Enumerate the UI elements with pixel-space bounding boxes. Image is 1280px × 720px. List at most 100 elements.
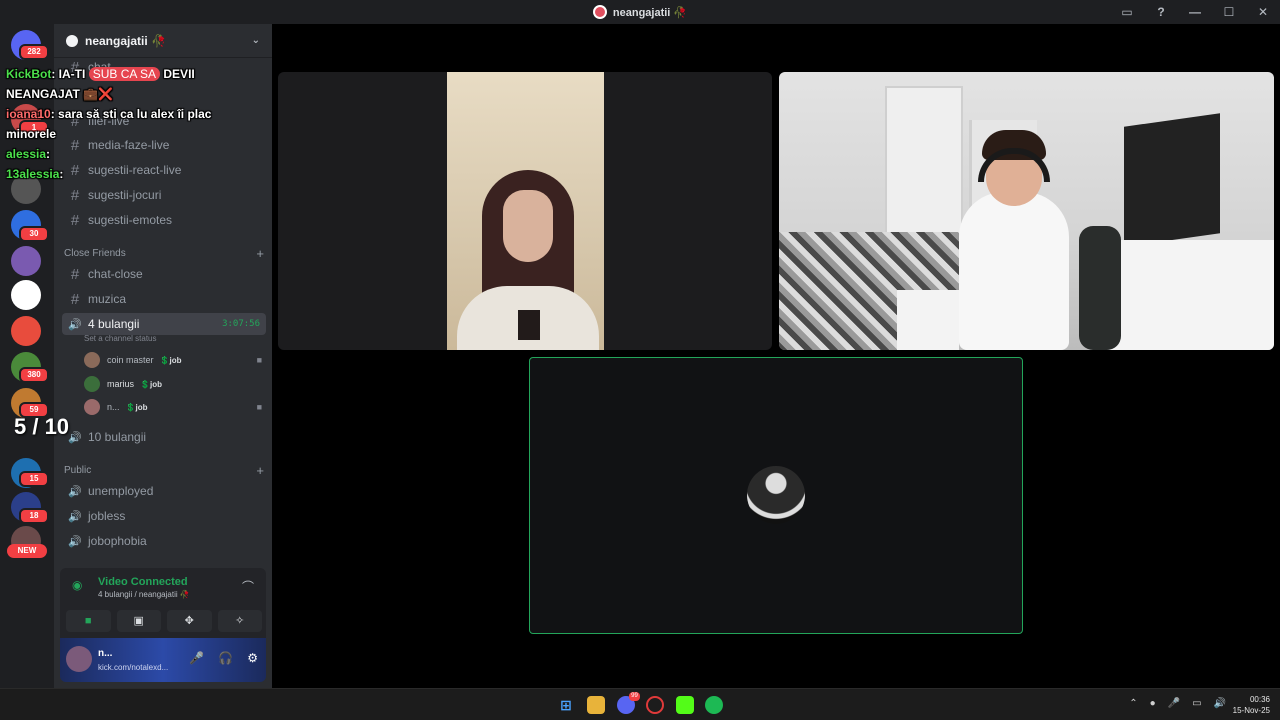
clock-time: 00:36	[1249, 695, 1270, 704]
microphone-icon[interactable]: 🎤	[1168, 698, 1180, 709]
score-overlay: 5 / 10	[14, 414, 70, 439]
chevron-up-icon[interactable]: ⌃	[1129, 698, 1137, 709]
server-icon[interactable]	[11, 316, 41, 346]
video-tile-speaking[interactable]	[529, 357, 1023, 634]
channel-label: muzica	[88, 292, 127, 306]
window-title: neangajatii 🥀	[612, 6, 688, 19]
kick-icon[interactable]	[676, 696, 694, 714]
microphone-icon[interactable]: 🎤	[189, 651, 204, 665]
channel-label: sugestii-emotes	[88, 213, 173, 227]
server-icon	[592, 5, 607, 19]
clock[interactable]: 00:36 15-Nov-25	[1233, 694, 1270, 716]
room-chair	[1079, 226, 1121, 350]
headphones-icon[interactable]: 🎧	[218, 651, 233, 665]
call-timer: 3:07:56	[222, 319, 260, 329]
category-public[interactable]: Public +	[64, 462, 264, 478]
help-icon[interactable]: ?	[1144, 5, 1178, 19]
add-channel-icon[interactable]: +	[256, 463, 264, 478]
avatar	[84, 376, 100, 392]
guild-badge: 15	[19, 471, 49, 487]
hash-icon: #	[70, 112, 80, 130]
add-channel-icon[interactable]: +	[256, 246, 264, 261]
channel-status[interactable]: Set a channel status	[84, 334, 157, 343]
user-name: coin master	[107, 355, 154, 365]
windows-start-icon[interactable]: ⊞	[557, 696, 575, 714]
hash-icon: #	[70, 186, 80, 204]
video-tile[interactable]	[779, 72, 1274, 350]
speaker-icon: 🔊	[68, 485, 82, 498]
app-tray-icon[interactable]: ●	[1150, 698, 1156, 709]
video-person-face	[503, 190, 553, 262]
channel-label: sugestii-jocuri	[88, 188, 162, 202]
user-name[interactable]: n...	[98, 648, 112, 659]
avatar	[84, 352, 100, 368]
channel-label: sugestii-react-live	[88, 163, 182, 177]
spotify-icon[interactable]	[705, 696, 723, 714]
discord-badge: 99	[629, 692, 640, 701]
video-tile[interactable]	[278, 72, 772, 350]
signal-icon[interactable]: ◉	[72, 578, 88, 594]
server-icon[interactable]	[11, 280, 41, 310]
user-tag: 💲job	[140, 379, 162, 389]
title-bar: neangajatii 🥀 ▭ ? — ☐ ✕	[0, 0, 1280, 24]
camera-icon: ■	[256, 402, 262, 412]
volume-icon[interactable]: 🔊	[1214, 698, 1226, 709]
camera-button[interactable]: ■	[66, 610, 111, 632]
channel-chat-close[interactable]: # chat-close	[62, 263, 266, 285]
voice-channel-10-bulangii[interactable]: 🔊 10 bulangii	[62, 426, 266, 448]
channel-sugestii-jocuri[interactable]: # sugestii-jocuri	[62, 184, 266, 206]
window-controls: ▭ ? — ☐ ✕	[1110, 0, 1280, 24]
channel-label: jobless	[88, 509, 126, 523]
inbox-icon[interactable]: ▭	[1110, 5, 1144, 19]
server-list: 282 1 30 380 59 15 18 NEW	[0, 24, 54, 688]
server-icon[interactable]	[11, 174, 41, 204]
guild-badge: 1	[19, 120, 49, 136]
voice-channel-jobophobia[interactable]: 🔊 jobophobia	[62, 530, 266, 552]
close-button[interactable]: ✕	[1246, 5, 1280, 19]
category-label: Close Friends	[64, 247, 126, 259]
disconnect-icon[interactable]: ⌒	[242, 578, 254, 595]
video-stage	[272, 24, 1280, 688]
voice-channel-unemployed[interactable]: 🔊 unemployed	[62, 480, 266, 502]
room-window	[885, 86, 963, 236]
channel-label: chat-close	[88, 267, 143, 281]
system-tray: ⌃ ● 🎤 ▭ 🔊	[1129, 698, 1226, 709]
screen-share-button[interactable]: ▣	[116, 610, 161, 632]
channel-sugestii-react-live[interactable]: # sugestii-react-live	[62, 159, 266, 181]
voice-user[interactable]: coin master 💲job ■	[84, 350, 262, 370]
guild-badge: 282	[19, 44, 49, 60]
channel-label: 4 bulangii	[88, 317, 140, 331]
video-person-body	[959, 192, 1069, 350]
maximize-button[interactable]: ☐	[1212, 5, 1246, 19]
user-status: kick.com/notalexd...	[98, 663, 169, 672]
channel-filer-live[interactable]: # filer-live	[62, 110, 266, 132]
voice-user[interactable]: marius 💲job	[84, 374, 262, 394]
user-name: n...	[107, 402, 120, 412]
voice-channel-jobless[interactable]: 🔊 jobless	[62, 505, 266, 527]
channel-chat[interactable]: # chat	[62, 56, 266, 78]
channel-label: media-faze-live	[88, 138, 170, 152]
minimize-button[interactable]: —	[1178, 5, 1212, 19]
network-icon[interactable]: ▭	[1192, 698, 1201, 709]
avatar[interactable]	[66, 646, 92, 672]
opera-icon[interactable]	[646, 696, 664, 714]
hash-icon: #	[70, 290, 80, 308]
server-header[interactable]: neangajatii 🥀 ⌄	[54, 24, 272, 58]
voice-status[interactable]: Video Connected	[98, 576, 188, 588]
channel-media-faze-live[interactable]: # media-faze-live	[62, 134, 266, 156]
category-close-friends[interactable]: Close Friends +	[64, 245, 264, 261]
voice-channel-active[interactable]: 🔊 4 bulangii 3:07:56	[62, 313, 266, 335]
server-icon[interactable]	[11, 246, 41, 276]
gear-icon[interactable]: ⚙	[247, 651, 258, 665]
activities-button[interactable]: ✥	[167, 610, 212, 632]
channel-sugestii-emotes[interactable]: # sugestii-emotes	[62, 209, 266, 231]
soundboard-button[interactable]: ✧	[217, 610, 262, 632]
voice-connection-panel: ◉ Video Connected 4 bulangii / neangajat…	[60, 568, 266, 638]
avatar	[84, 399, 100, 415]
server-name: neangajatii 🥀	[85, 33, 166, 48]
file-explorer-icon[interactable]	[587, 696, 605, 714]
voice-location[interactable]: 4 bulangii / neangajatii 🥀	[98, 590, 190, 599]
chevron-down-icon[interactable]: ⌄	[252, 35, 260, 46]
voice-user[interactable]: n... 💲job ■	[84, 397, 262, 417]
channel-muzica[interactable]: # muzica	[62, 288, 266, 310]
